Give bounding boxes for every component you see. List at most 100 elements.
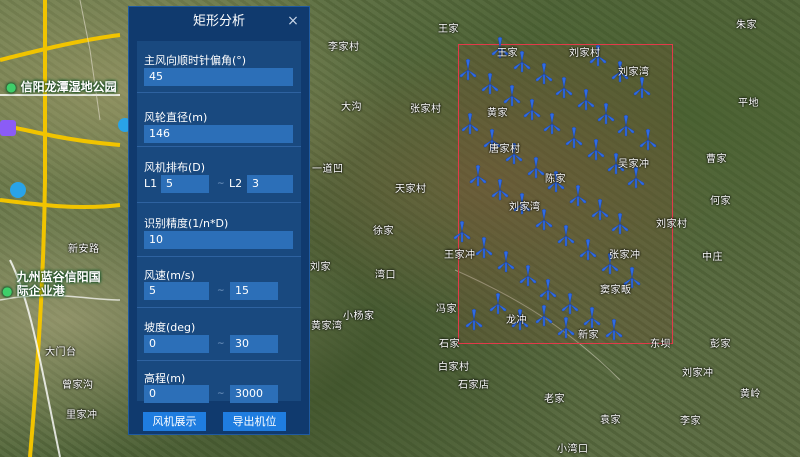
map-label: 黄岭 [740, 389, 761, 400]
elevation-max-input[interactable]: 3000 [230, 385, 278, 403]
map-label: 吴家冲 [618, 159, 650, 170]
rotor-diameter-input[interactable]: 146 [144, 125, 293, 143]
tilde-separator: ~ [217, 339, 225, 349]
map-label: 大门台 [45, 347, 77, 358]
map-label: 曹家 [706, 154, 727, 165]
tree-icon: ● [6, 80, 17, 94]
section-wind-angle: 主风向顺时针偏角(°) 45 [137, 41, 301, 91]
layout-label: 风机排布(D) [144, 161, 206, 174]
map-label: 张家冲 [609, 250, 641, 261]
turbine-icon[interactable] [497, 250, 515, 273]
map-label: 袁家 [600, 415, 621, 426]
turbine-icon[interactable] [481, 72, 499, 95]
precision-label: 识别精度(1/n*D) [144, 217, 229, 230]
turbine-icon[interactable] [565, 126, 583, 149]
turbine-icon[interactable] [503, 84, 521, 107]
turbine-icon[interactable] [627, 166, 645, 189]
turbine-icon[interactable] [453, 220, 471, 243]
l1-input[interactable]: 5 [161, 175, 209, 193]
turbine-icon[interactable] [527, 156, 545, 179]
turbine-icon[interactable] [577, 88, 595, 111]
wind-angle-label: 主风向顺时针偏角(°) [144, 54, 247, 67]
map-label: 石家店 [458, 380, 490, 391]
turbine-icon[interactable] [543, 112, 561, 135]
map-label: 刘家村 [569, 48, 601, 59]
turbine-icon[interactable] [469, 164, 487, 187]
l2-label: L2 [229, 177, 243, 190]
l2-input[interactable]: 3 [247, 175, 293, 193]
slope-min-input[interactable]: 0 [144, 335, 209, 353]
turbine-icon[interactable] [519, 264, 537, 287]
map-label: 张家村 [410, 104, 442, 115]
turbine-icon[interactable] [489, 292, 507, 315]
section-wind-speed: 风速(m/s) 5 ~ 15 [137, 256, 301, 307]
turbine-icon[interactable] [539, 278, 557, 301]
map-label: 何家 [710, 196, 731, 207]
poi-industrial[interactable]: ● 九州蓝谷信阳国际企业港 [2, 270, 112, 298]
rotor-diameter-label: 风轮直径(m) [144, 111, 208, 124]
satellite-map[interactable]: ● 信阳龙潭湿地公园 ● 九州蓝谷信阳国际企业港 李家村 大沟 刘家村 王家 刘… [0, 0, 800, 457]
turbine-icon[interactable] [461, 112, 479, 135]
turbine-icon[interactable] [633, 76, 651, 99]
map-label: 王家冲 [444, 250, 476, 261]
slope-max-input[interactable]: 30 [230, 335, 278, 353]
turbine-icon[interactable] [557, 224, 575, 247]
lodging-icon[interactable] [0, 120, 16, 136]
section-rotor-diameter: 风轮直径(m) 146 [137, 92, 301, 146]
map-label: 刘家村 [656, 219, 688, 230]
turbine-icon[interactable] [587, 138, 605, 161]
map-label: 湾口 [375, 270, 396, 281]
map-label: 刘家湾 [509, 202, 541, 213]
map-label: 彭家 [710, 339, 731, 350]
close-icon[interactable]: × [285, 13, 301, 29]
turbine-icon[interactable] [569, 184, 587, 207]
turbine-icon[interactable] [555, 76, 573, 99]
poi-park[interactable]: ● 信阳龙潭湿地公园 [6, 78, 117, 95]
tilde-separator: ~ [217, 179, 225, 189]
map-label: 冯家 [436, 304, 457, 315]
show-turbines-button[interactable]: 风机展示 [143, 412, 206, 431]
turbine-icon[interactable] [459, 58, 477, 81]
wind-speed-max-input[interactable]: 15 [230, 282, 278, 300]
map-label: 龙冲 [506, 315, 527, 326]
map-label: 王家 [438, 24, 459, 35]
precision-input[interactable]: 10 [144, 231, 293, 249]
turbine-icon[interactable] [617, 114, 635, 137]
map-label: 刘家冲 [682, 368, 714, 379]
turbine-icon[interactable] [523, 98, 541, 121]
map-label: 曾家沟 [62, 380, 94, 391]
rect-analysis-panel: 矩形分析 × 主风向顺时针偏角(°) 45 风轮直径(m) 146 风机排布(D… [128, 6, 310, 435]
map-label: 一道凹 [312, 164, 344, 175]
map-label: 刘家湾 [618, 67, 650, 78]
turbine-icon[interactable] [465, 308, 483, 331]
turbine-icon[interactable] [611, 212, 629, 235]
map-label: 刘家 [310, 262, 331, 273]
turbine-icon[interactable] [535, 62, 553, 85]
turbine-icon[interactable] [597, 102, 615, 125]
map-label: 黄家 [487, 108, 508, 119]
turbine-icon[interactable] [583, 306, 601, 329]
elevation-label: 高程(m) [144, 372, 186, 385]
bus-icon[interactable] [10, 182, 26, 198]
turbine-icon[interactable] [491, 178, 509, 201]
map-label: 天家村 [395, 184, 427, 195]
turbine-icon[interactable] [561, 292, 579, 315]
turbine-icon[interactable] [535, 304, 553, 327]
turbine-icon[interactable] [557, 316, 575, 339]
map-label: 东坝 [650, 339, 671, 350]
map-label: 里家冲 [66, 410, 98, 421]
section-slope: 坡度(deg) 0 ~ 30 [137, 307, 301, 360]
turbine-icon[interactable] [605, 318, 623, 341]
turbine-icon[interactable] [591, 198, 609, 221]
elevation-min-input[interactable]: 0 [144, 385, 209, 403]
turbine-icon[interactable] [639, 128, 657, 151]
wind-speed-min-input[interactable]: 5 [144, 282, 209, 300]
tilde-separator: ~ [217, 286, 225, 296]
turbine-icon[interactable] [475, 236, 493, 259]
map-label: 王家 [497, 48, 518, 59]
map-label: 老家 [544, 394, 565, 405]
export-positions-button[interactable]: 导出机位 [223, 412, 286, 431]
turbine-icon[interactable] [579, 238, 597, 261]
map-label: 新安路 [68, 244, 100, 255]
wind-angle-input[interactable]: 45 [144, 68, 293, 86]
